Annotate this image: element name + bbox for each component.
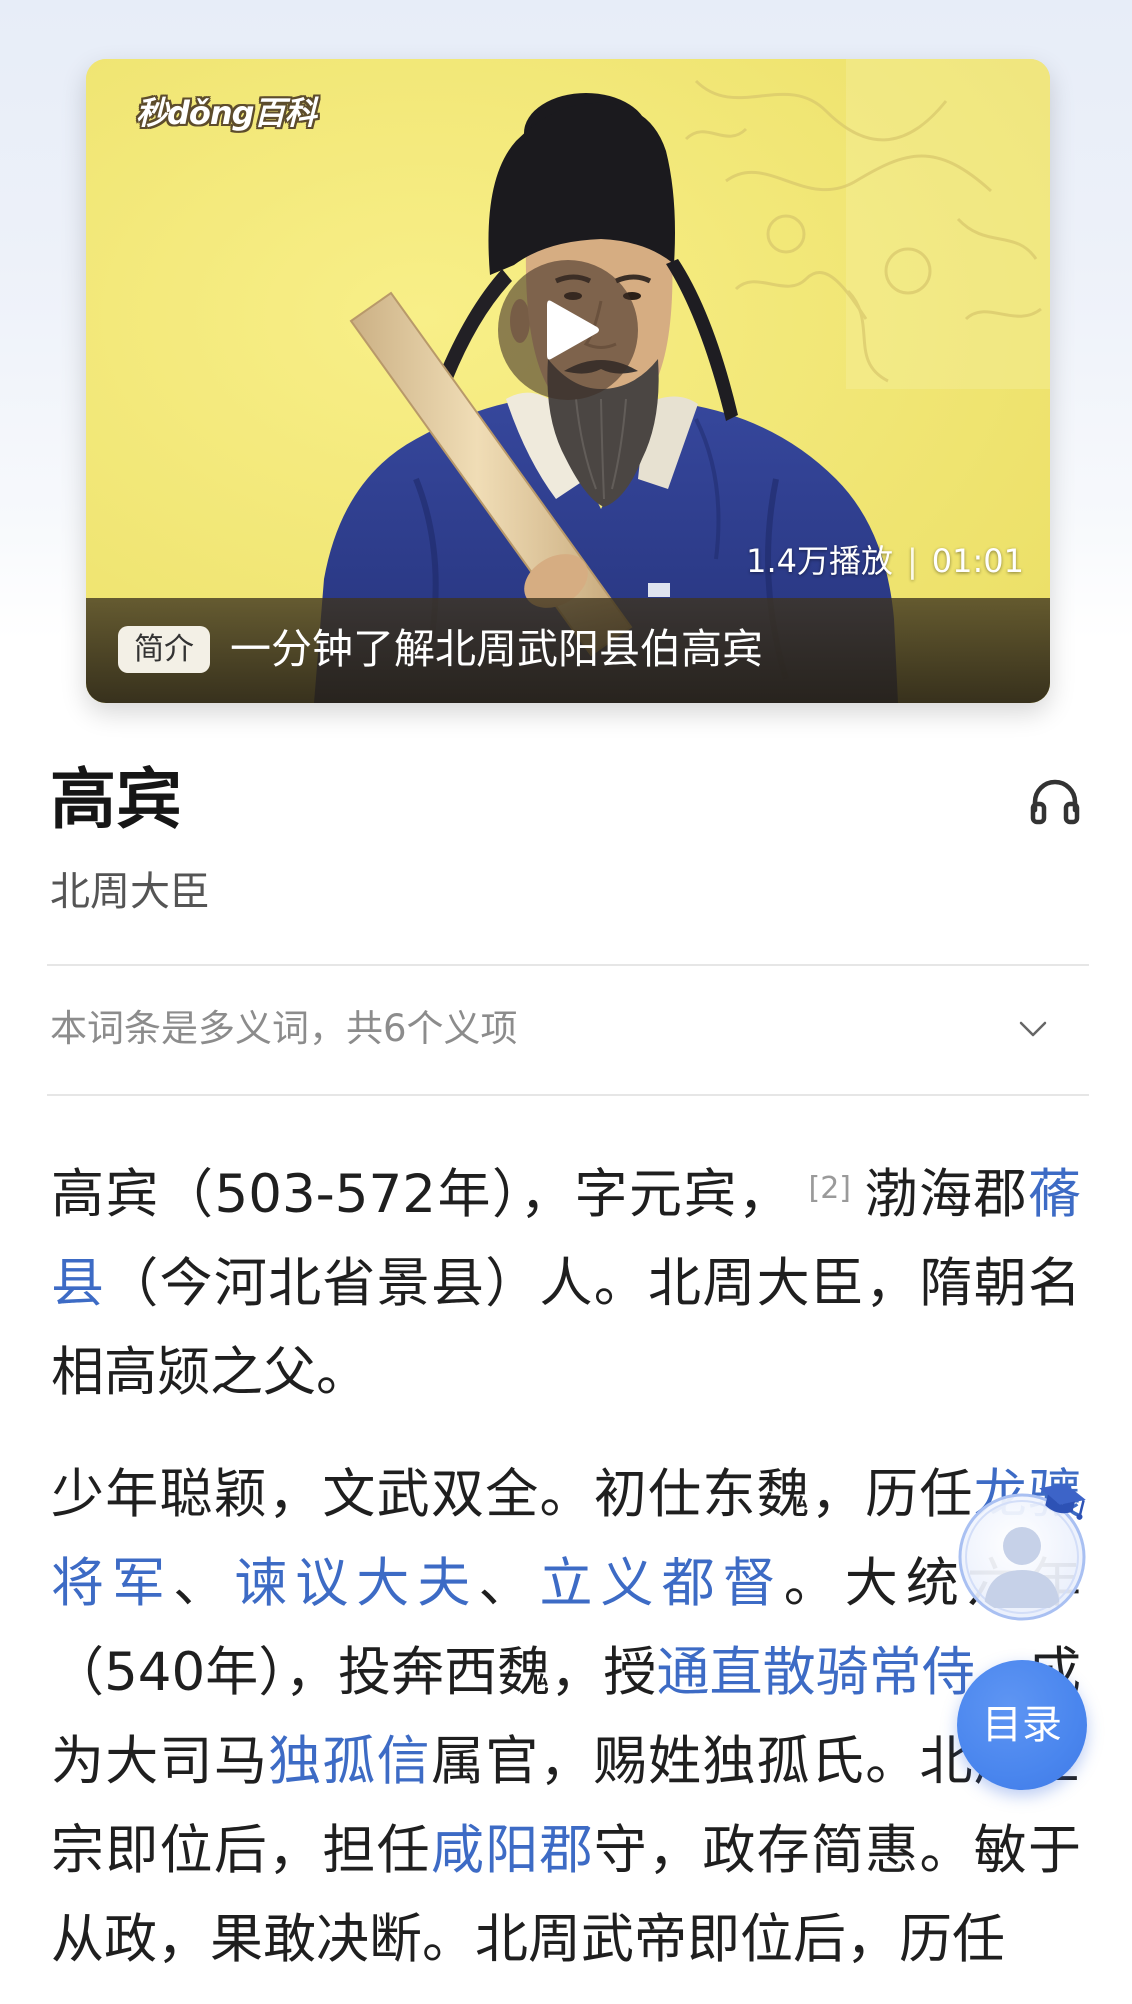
video-title[interactable]: 一分钟了解北周武阳县伯高宾 [230,624,763,674]
intro-badge: 简介 [118,626,210,673]
link-dugu-xin[interactable]: 独孤信 [268,1731,431,1792]
intro-paragraph: 高宾（503-572年），字元宾， [2] 渤海郡蓨县（今河北省景县）人。北周大臣，… [51,1150,1081,1417]
headphones-icon [1030,779,1080,825]
citation-link[interactable]: [2] [808,1171,851,1206]
text-run: 高宾（503-572年），字元宾， [51,1164,793,1225]
video-source-logo: 秒dǒng百科 [136,94,317,132]
link-liyi-dudu[interactable]: 立义都督 [540,1553,784,1614]
divider [47,964,1089,966]
text-run: （今河北省景县）人。北周大臣，隋朝名相高颎之父。 [51,1253,1081,1403]
polysemy-text: 本词条是多义词，共6个义项 [50,1007,518,1050]
text-run: 渤海郡 [862,1164,1028,1225]
article-body: 高宾（503-572年），字元宾， [2] 渤海郡蓨县（今河北省景县）人。北周大臣，… [51,1150,1081,2004]
play-button[interactable] [498,260,638,400]
text-run: 、 [173,1553,235,1614]
stats-separator: | [907,542,918,580]
biography-paragraph: 少年聪颖，文武双全。初仕东魏，历任龙骧将军、谏议大夫、立义都督。大统六年（540… [51,1450,1081,1984]
link-xianyang-commandery[interactable]: 咸阳郡 [431,1820,594,1881]
text-run: 少年聪颖，文武双全。初仕东魏，历任 [51,1464,974,1525]
video-stats: 1.4万播放 | 01:01 [746,541,1024,581]
link-jianyi-dafu[interactable]: 谏议大夫 [234,1553,478,1614]
text-run: 、 [478,1553,540,1614]
video-card[interactable]: 秒dǒng百科 1.4万播放 | 01:01 简介 一分钟了解北周武阳县伯高宾 [86,59,1050,703]
view-count: 1.4万播放 [746,542,893,580]
assistant-avatar-button[interactable] [950,1478,1100,1628]
play-icon [547,300,599,360]
entry-title: 高宾 [50,761,182,838]
video-caption-bar[interactable]: 简介 一分钟了解北周武阳县伯高宾 [86,598,1050,703]
entry-subtitle: 北周大臣 [50,869,210,915]
toc-button[interactable]: 目录 [957,1660,1087,1790]
chevron-down-icon [1019,1021,1047,1037]
listen-button[interactable] [1027,772,1083,828]
divider [47,1094,1089,1096]
link-tongzhi-sanji-changshi[interactable]: 通直散骑常侍 [656,1642,974,1703]
graduation-cap-avatar-icon [958,1483,1086,1621]
polysemy-selector[interactable]: 本词条是多义词，共6个义项 [47,1005,1089,1053]
video-duration: 01:01 [931,542,1024,580]
baike-entry-page: 秒dǒng百科 1.4万播放 | 01:01 简介 一分钟了解北周武阳县伯高宾 高宾… [0,0,1132,2004]
